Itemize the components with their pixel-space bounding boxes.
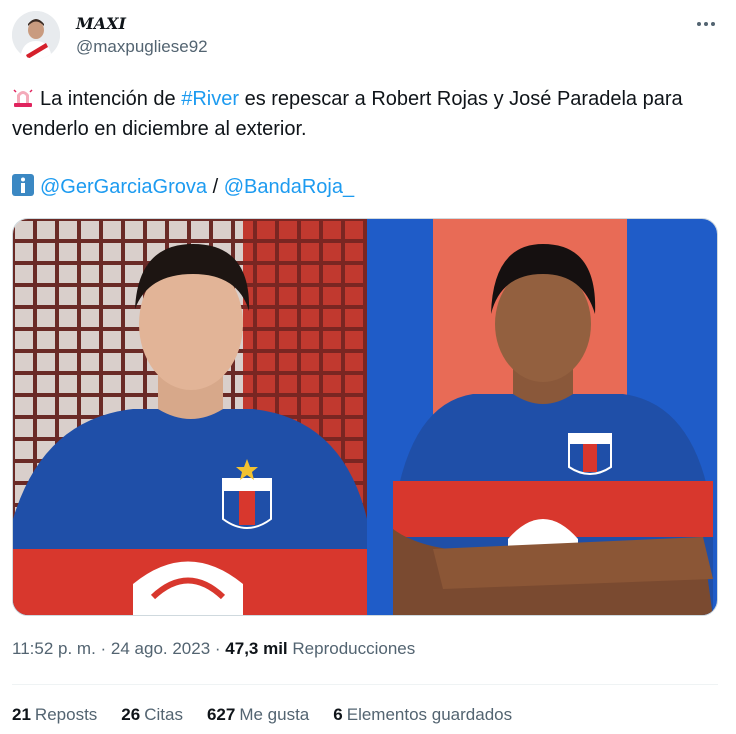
avatar[interactable] <box>12 11 60 59</box>
stat-quotes[interactable]: 26 Citas <box>121 705 183 725</box>
tweet-text: La intención de #River es repescar a Rob… <box>12 84 712 144</box>
tweet-time[interactable]: 11:52 p. m. <box>12 639 96 658</box>
police-light-icon <box>12 86 34 108</box>
left-player-photo <box>13 219 367 615</box>
stat-reposts[interactable]: 21 Reposts <box>12 705 97 725</box>
tweet-credits: @GerGarciaGrova / @BandaRoja_ <box>12 172 354 202</box>
tweet-meta: 11:52 p. m. · 24 ago. 2023 · 47,3 mil Re… <box>12 639 415 659</box>
author-display-name[interactable]: MAXI <box>76 14 126 33</box>
meta-dot: · <box>95 639 111 658</box>
tweet-date[interactable]: 24 ago. 2023 <box>111 639 210 658</box>
information-icon <box>12 174 34 196</box>
stat-bookmarks[interactable]: 6 Elementos guardados <box>333 705 512 725</box>
mention-link-2[interactable]: @BandaRoja_ <box>224 176 354 198</box>
right-player-photo <box>367 219 717 615</box>
views-count: 47,3 mil <box>225 639 288 658</box>
mention-separator: / <box>207 176 224 198</box>
hashtag-link[interactable]: #River <box>181 88 239 110</box>
tweet-text-before: La intención de <box>40 88 182 110</box>
tweet-media[interactable] <box>12 218 718 616</box>
divider <box>12 684 718 685</box>
author-handle[interactable]: @maxpugliese92 <box>76 37 208 57</box>
stat-likes[interactable]: 627 Me gusta <box>207 705 309 725</box>
more-options-icon[interactable] <box>694 12 718 36</box>
views-label: Reproducciones <box>292 639 416 658</box>
meta-dot-2: · <box>210 639 226 658</box>
club-badge-right <box>568 433 612 475</box>
tweet-stats: 21 Reposts 26 Citas 627 Me gusta 6 Elementos… <box>12 705 512 725</box>
mention-link-1[interactable]: @GerGarciaGrova <box>40 176 207 198</box>
